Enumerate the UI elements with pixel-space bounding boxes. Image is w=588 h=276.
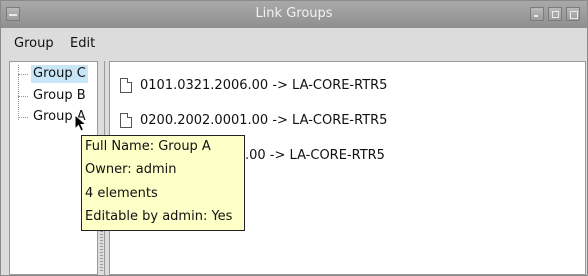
mouse-cursor-icon	[74, 114, 88, 132]
tree-item-group-c[interactable]: Group C	[10, 65, 96, 83]
menu-edit[interactable]: Edit	[70, 36, 95, 51]
tooltip-full-name: Full Name: Group A	[85, 139, 211, 154]
list-item-text: 0101.0321.2006.00 -> LA-CORE-RTR5	[140, 78, 388, 93]
tooltip-elements: 4 elements	[85, 186, 158, 201]
tooltip-owner: Owner: admin	[85, 162, 177, 177]
tree-item-label: Group B	[33, 88, 86, 103]
close-icon[interactable]	[566, 7, 580, 21]
tree-branch-line	[18, 96, 28, 97]
tree-item-label: Group C	[31, 65, 88, 83]
list-item-text: 0200.2002.0001.00 -> LA-CORE-RTR5	[140, 113, 388, 128]
tree-branch-line	[18, 74, 28, 75]
document-icon	[120, 113, 132, 128]
minimize-icon[interactable]	[530, 7, 544, 21]
menu-group[interactable]: Group	[14, 36, 54, 51]
menu-bar: Group Edit	[1, 28, 587, 58]
group-tooltip: Full Name: Group A Owner: admin 4 elemen…	[81, 135, 245, 231]
tree-branch-line	[18, 117, 28, 118]
window-title: Link Groups	[255, 6, 333, 21]
list-item-text: .00 -> LA-CORE-RTR5	[245, 148, 385, 163]
link-groups-window: Link Groups Group Edit Group C Group B G…	[0, 0, 588, 276]
tree-item-group-b[interactable]: Group B	[10, 87, 96, 105]
tooltip-editable: Editable by admin: Yes	[85, 209, 233, 224]
maximize-icon[interactable]	[548, 7, 562, 21]
document-icon	[120, 78, 132, 93]
title-bar[interactable]: Link Groups	[1, 1, 587, 28]
